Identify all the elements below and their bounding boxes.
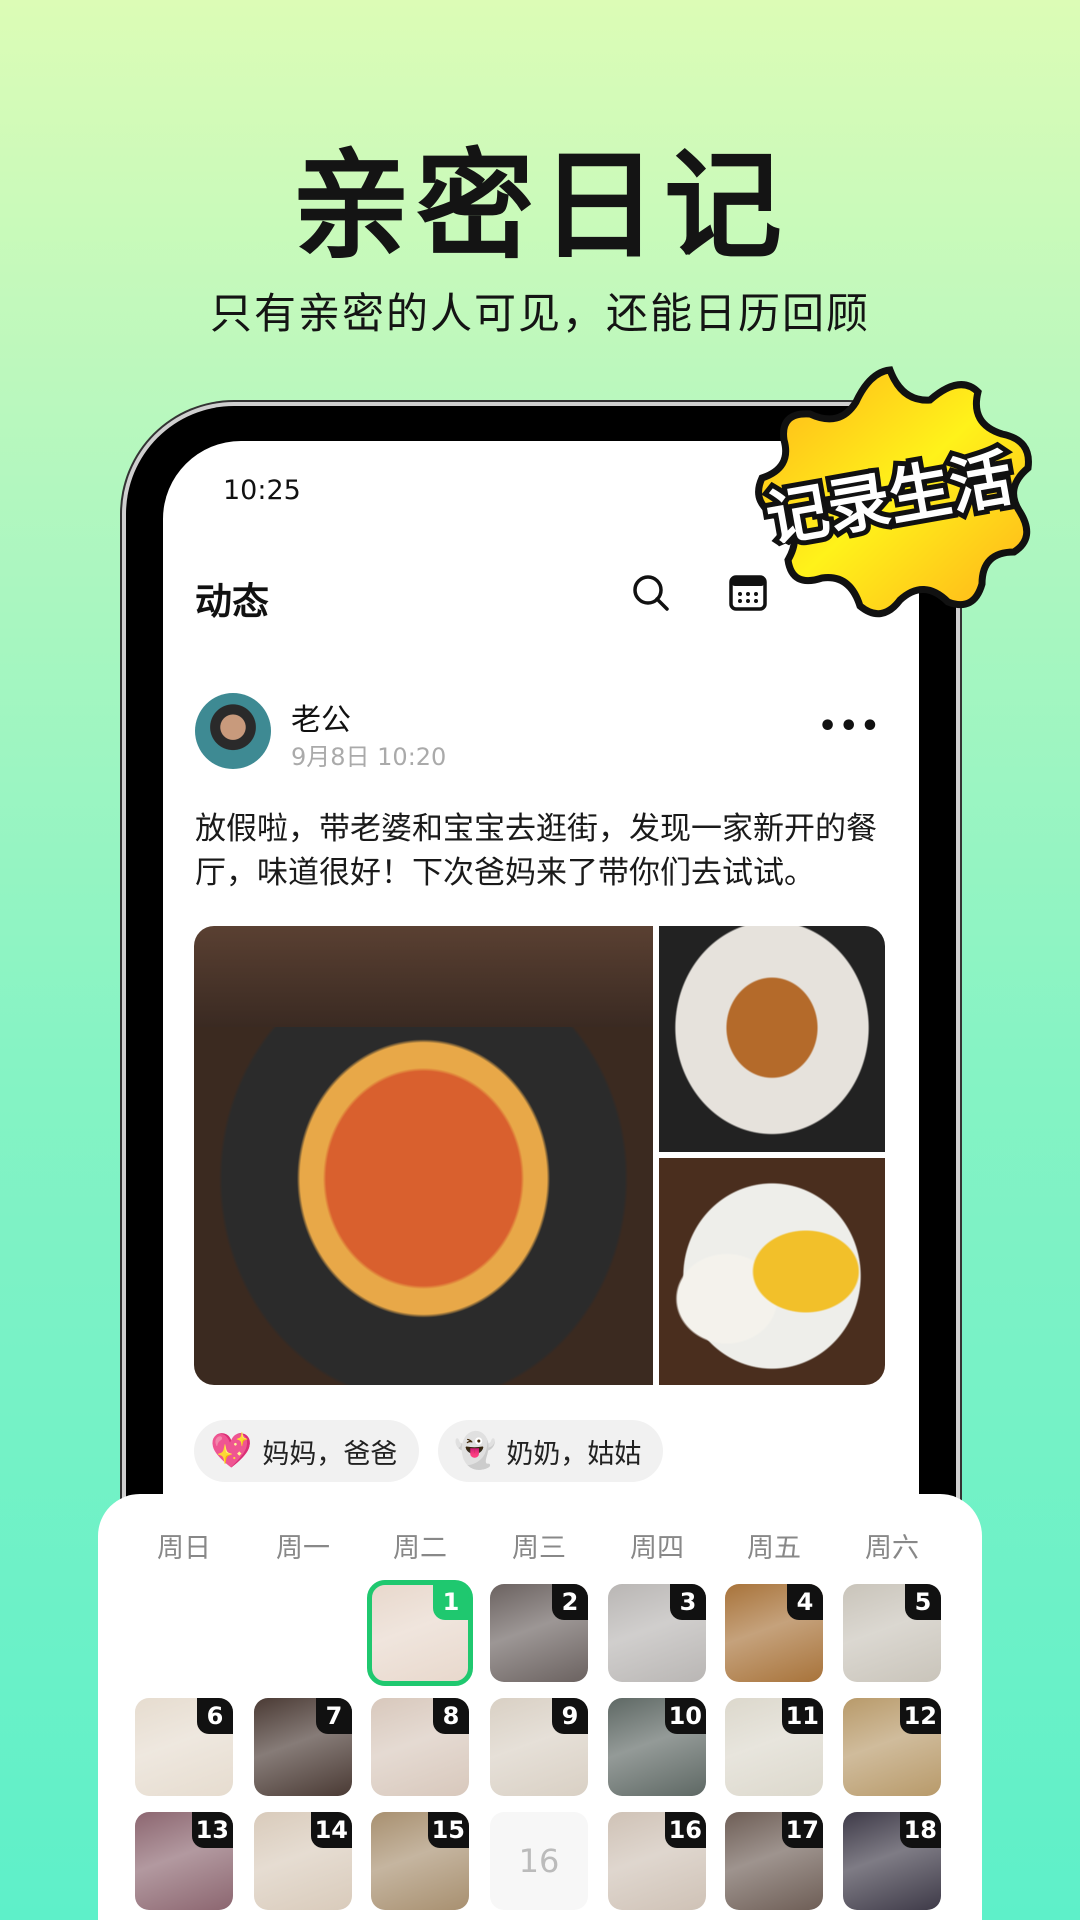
day-number-badge: 14 bbox=[310, 1812, 352, 1848]
weekday-label: 周日 bbox=[157, 1533, 211, 1564]
calendar-day-16[interactable]: 16 bbox=[608, 1812, 706, 1910]
calendar-day-6[interactable]: 6 bbox=[135, 1698, 233, 1796]
record-life-badge: 记录生活 bbox=[755, 366, 1032, 618]
calendar-day-9[interactable]: 9 bbox=[490, 1698, 588, 1796]
day-number-badge: 13 bbox=[191, 1812, 233, 1848]
calendar-day-13[interactable]: 13 bbox=[135, 1812, 233, 1910]
calendar-day-11[interactable]: 11 bbox=[725, 1698, 823, 1796]
page-title: 动态 bbox=[195, 580, 269, 623]
hero-subtitle: 只有亲密的人可见，还能日历回顾 bbox=[209, 289, 870, 338]
chip-label: 妈妈，爸爸 bbox=[262, 1438, 398, 1470]
chip-label: 奶奶，姑姑 bbox=[506, 1438, 642, 1470]
calendar-day-16[interactable]: 16 bbox=[490, 1812, 588, 1910]
day-number-badge: 10 bbox=[664, 1698, 706, 1734]
weekday-label: 周一 bbox=[276, 1533, 330, 1564]
calendar-day-5[interactable]: 5 bbox=[843, 1584, 941, 1682]
day-number-badge: 4 bbox=[787, 1584, 823, 1620]
day-number-badge: 9 bbox=[552, 1698, 588, 1734]
day-number-badge: 1 bbox=[433, 1584, 469, 1620]
calendar-day-14[interactable]: 14 bbox=[254, 1812, 352, 1910]
post-date: 9月8日 10:20 bbox=[291, 743, 447, 771]
calendar-day-2[interactable]: 2 bbox=[490, 1584, 588, 1682]
ghost-icon: 👻 bbox=[454, 1431, 497, 1471]
post-image-mango-sticky-rice[interactable] bbox=[659, 1158, 885, 1385]
calendar-sheet: 周日 周一 周二 周三 周四 周五 周六 1 2 3 4 5 6 7 8 9 10 11 12 13 14 15 16 16 1… bbox=[98, 1494, 982, 1920]
post-image-sweet-and-sour-pork[interactable] bbox=[194, 926, 653, 1385]
calendar-day-17[interactable]: 17 bbox=[725, 1812, 823, 1910]
day-number-badge: 18 bbox=[899, 1812, 941, 1848]
calendar-day-15[interactable]: 15 bbox=[371, 1812, 469, 1910]
day-number-badge: 2 bbox=[552, 1584, 588, 1620]
status-time: 10:25 bbox=[223, 475, 301, 506]
calendar-day-4[interactable]: 4 bbox=[725, 1584, 823, 1682]
calendar-day-12[interactable]: 12 bbox=[843, 1698, 941, 1796]
post-image-fried-chicken[interactable] bbox=[659, 926, 885, 1152]
heart-icon: 💖 bbox=[210, 1431, 253, 1471]
calendar-day-3[interactable]: 3 bbox=[608, 1584, 706, 1682]
post-text: 放假啦，带老婆和宝宝去逛街，发现一家新开的餐厅，味道很好！下次爸妈来了带你们去试… bbox=[195, 811, 877, 891]
day-number-badge: 16 bbox=[664, 1812, 706, 1848]
day-number-badge: 5 bbox=[905, 1584, 941, 1620]
author-name[interactable]: 老公 bbox=[291, 695, 351, 739]
more-icon[interactable]: ••• bbox=[818, 709, 882, 744]
day-number-badge: 12 bbox=[899, 1698, 941, 1734]
hero-title: 亲密日记 bbox=[291, 137, 788, 275]
weekday-label: 周三 bbox=[512, 1533, 566, 1564]
calendar-day-1[interactable]: 1 bbox=[367, 1580, 473, 1686]
day-number-badge: 11 bbox=[781, 1698, 823, 1734]
day-number-badge: 8 bbox=[433, 1698, 469, 1734]
weekday-label: 周五 bbox=[747, 1533, 801, 1564]
search-icon[interactable] bbox=[629, 571, 673, 615]
visibility-chip[interactable]: 👻 奶奶，姑姑 bbox=[438, 1420, 664, 1482]
weekday-label: 周二 bbox=[393, 1533, 447, 1564]
day-number-badge: 6 bbox=[197, 1698, 233, 1734]
day-number-badge: 17 bbox=[781, 1812, 823, 1848]
calendar-day-7[interactable]: 7 bbox=[254, 1698, 352, 1796]
day-number-badge: 15 bbox=[427, 1812, 469, 1848]
calendar-day-10[interactable]: 10 bbox=[608, 1698, 706, 1796]
weekday-label: 周六 bbox=[865, 1533, 919, 1564]
day-number-badge: 3 bbox=[670, 1584, 706, 1620]
day-number-badge: 7 bbox=[316, 1698, 352, 1734]
weekday-label: 周四 bbox=[630, 1533, 684, 1564]
avatar[interactable] bbox=[195, 693, 271, 769]
visibility-chip[interactable]: 💖 妈妈，爸爸 bbox=[194, 1420, 420, 1482]
calendar-day-8[interactable]: 8 bbox=[371, 1698, 469, 1796]
day-number: 16 bbox=[518, 1842, 560, 1880]
calendar-day-18[interactable]: 18 bbox=[843, 1812, 941, 1910]
